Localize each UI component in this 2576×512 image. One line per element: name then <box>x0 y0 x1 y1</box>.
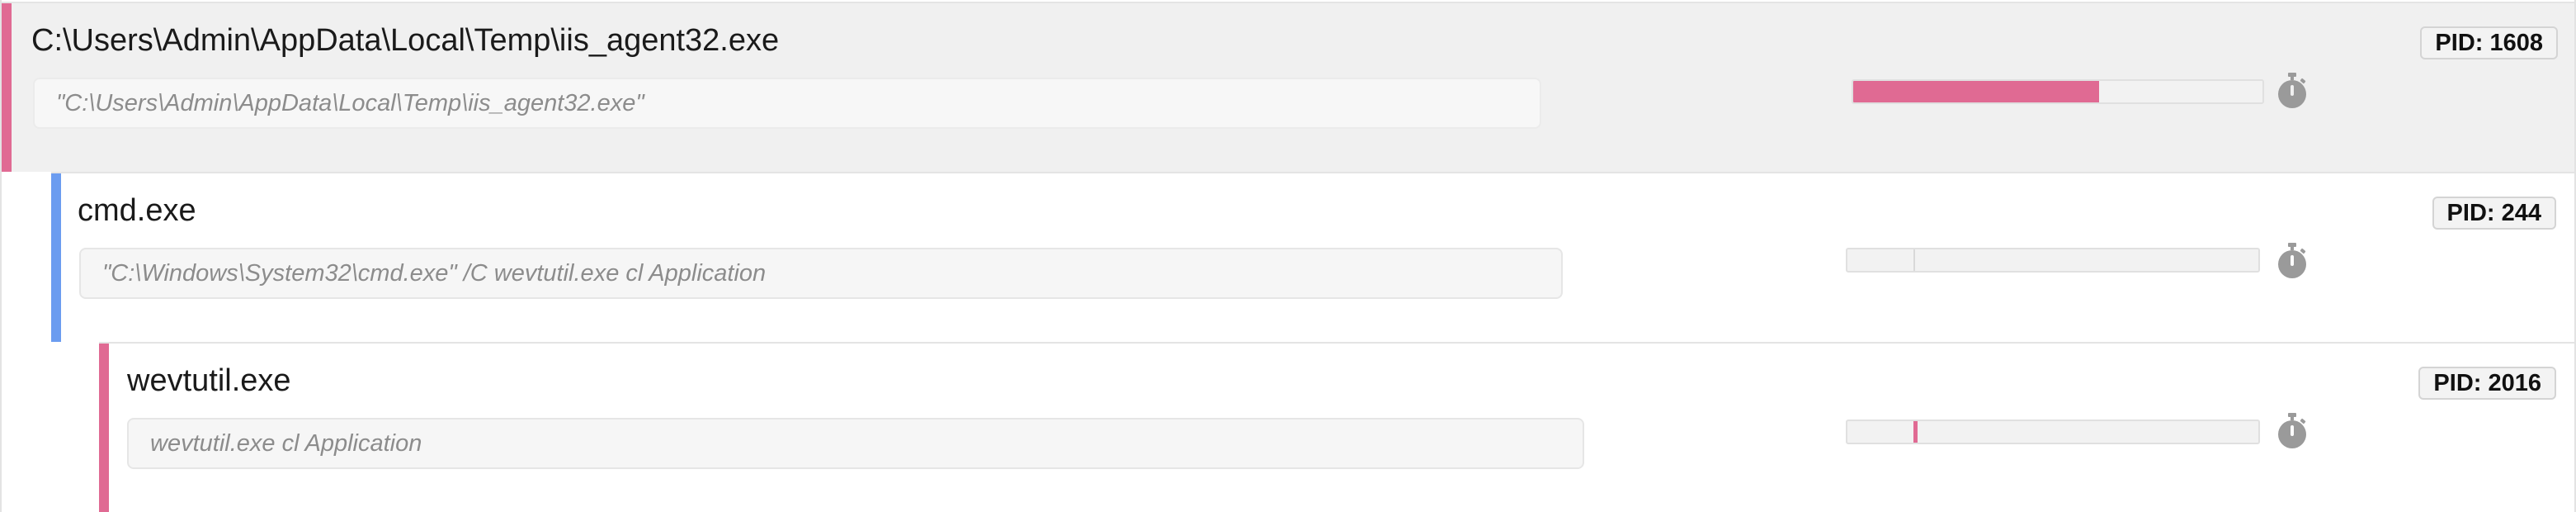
runtime-timeline <box>1846 248 2260 273</box>
runtime-bar-fill <box>1913 421 1918 443</box>
stopwatch-icon[interactable] <box>2276 413 2308 449</box>
process-row[interactable]: C:\Users\Admin\AppData\Local\Temp\iis_ag… <box>2 2 2574 172</box>
row-accent-bar <box>2 3 12 172</box>
process-name: wevtutil.exe <box>127 363 291 398</box>
runtime-timeline <box>1852 79 2264 104</box>
stopwatch-icon[interactable] <box>2276 73 2308 109</box>
command-line-field[interactable]: wevtutil.exe cl Application <box>127 418 1584 469</box>
row-accent-bar <box>51 173 61 342</box>
process-name: C:\Users\Admin\AppData\Local\Temp\iis_ag… <box>31 23 780 58</box>
pid-badge: PID: 2016 <box>2418 367 2556 400</box>
command-line-field[interactable]: "C:\Windows\System32\cmd.exe" /C wevtuti… <box>79 248 1563 299</box>
pid-badge: PID: 1608 <box>2420 26 2558 59</box>
process-name: cmd.exe <box>78 193 196 228</box>
process-row[interactable]: cmd.exe "C:\Windows\System32\cmd.exe" /C… <box>51 172 2574 342</box>
row-accent-bar <box>99 344 109 512</box>
pid-badge: PID: 244 <box>2432 197 2556 230</box>
process-tree: C:\Users\Admin\AppData\Local\Temp\iis_ag… <box>0 0 2576 512</box>
runtime-bar-fill <box>1853 81 2099 102</box>
runtime-bar-fill <box>1913 249 1916 271</box>
runtime-timeline <box>1846 420 2260 444</box>
command-line-field[interactable]: "C:\Users\Admin\AppData\Local\Temp\iis_a… <box>33 78 1541 129</box>
process-row[interactable]: wevtutil.exe wevtutil.exe cl Application… <box>99 342 2574 512</box>
stopwatch-icon[interactable] <box>2276 243 2308 279</box>
